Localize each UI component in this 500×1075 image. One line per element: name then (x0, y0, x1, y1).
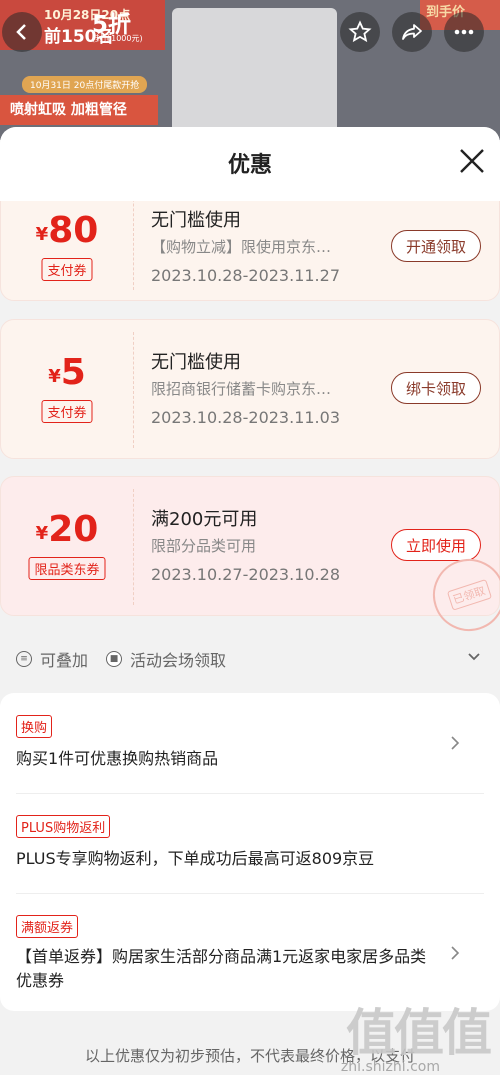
promotion-item: PLUS购物返利 PLUS专享购物返利，下单成功后最高可返809京豆 (0, 793, 500, 893)
claimed-stamp: 已领取 (423, 549, 500, 641)
stackable-label: 可叠加 (40, 651, 89, 670)
stackable-info: ≡ 可叠加 (16, 647, 88, 671)
share-icon (402, 24, 422, 40)
coupon-title: 满200元可用 (151, 509, 258, 530)
watermark-logo: 值值值 (346, 1004, 492, 1062)
chevron-right-icon (451, 946, 460, 960)
banner-date-pill: 10月31日 20点付尾款开抢 (22, 76, 148, 93)
coupon-amount: ¥80 (1, 210, 133, 251)
venue-label: 活动会场领取 (130, 651, 227, 670)
promotion-item[interactable]: 换购 购买1件可优惠换购热销商品 (0, 693, 500, 793)
coupon-title: 无门槛使用 (151, 352, 241, 373)
coupon-type-tag: 支付券 (41, 258, 93, 281)
use-now-button[interactable]: 立即使用 (391, 529, 481, 561)
stack-icon: ≡ (16, 651, 32, 667)
coupon-card: ¥5 支付券 无门槛使用 限招商银行储蓄卡购京东… 2023.10.28-202… (0, 319, 500, 459)
close-icon[interactable] (456, 145, 488, 177)
banner-discount-note: (封顶1000元) (92, 34, 143, 43)
promotion-list: 换购 购买1件可优惠换购热销商品 PLUS购物返利 PLUS专享购物返利，下单成… (0, 693, 500, 1011)
promotion-text: 购买1件可优惠换购热销商品 (16, 749, 219, 768)
watermark-site: zhi.shizhi.com (340, 1059, 440, 1075)
product-image (172, 8, 337, 140)
sheet-header: 优惠 (0, 127, 500, 201)
back-button[interactable] (2, 12, 42, 52)
favorite-button[interactable] (340, 12, 380, 52)
more-dots-icon (454, 29, 474, 35)
coupon-divider (133, 489, 134, 605)
promotion-tag: 换购 (16, 715, 53, 738)
coupon-type-tag: 支付券 (41, 400, 93, 423)
coupon-divider (133, 332, 134, 448)
coupon-type-tag: 限品类东券 (28, 557, 106, 580)
coupon-meta-row: ≡ 可叠加 ■ 活动会场领取 (0, 637, 500, 687)
coupon-date: 2023.10.28-2023.11.27 (151, 266, 340, 285)
promotion-text: PLUS专享购物返利，下单成功后最高可返809京豆 (16, 849, 375, 868)
claimed-stamp-label: 已领取 (446, 579, 492, 611)
star-icon (348, 20, 372, 43)
coupon-description: 【购物立减】限使用京东… (151, 238, 332, 256)
amount-number: 20 (48, 509, 99, 550)
share-button[interactable] (392, 12, 432, 52)
coupon-amount: ¥5 (1, 352, 133, 393)
promotion-tag: 满额返券 (16, 915, 79, 938)
coupon-amount: ¥20 (1, 509, 133, 550)
chevron-right-icon (451, 736, 460, 750)
coupon-title: 无门槛使用 (151, 210, 241, 231)
currency-symbol: ¥ (35, 523, 49, 544)
coupon-value: ¥5 支付券 (1, 320, 133, 458)
more-button[interactable] (444, 12, 484, 52)
bind-card-claim-button[interactable]: 绑卡领取 (391, 372, 481, 404)
sheet-title: 优惠 (227, 153, 272, 178)
coupon-date: 2023.10.27-2023.10.28 (151, 565, 340, 584)
venue-info: ■ 活动会场领取 (106, 647, 226, 671)
coupon-value: ¥20 限品类东券 (1, 477, 133, 615)
banner-feature: 喷射虹吸 加粗管径 (0, 95, 158, 125)
coupon-date: 2023.10.28-2023.11.03 (151, 408, 340, 427)
amount-number: 5 (60, 352, 86, 393)
promotion-text: 【首单返券】购居家生活部分商品满1元返家电家居多品类优惠券 (16, 947, 427, 990)
chevron-left-icon (16, 24, 26, 40)
coupon-card: ¥20 限品类东券 满200元可用 限部分品类可用 2023.10.27-202… (0, 476, 500, 641)
venue-icon: ■ (106, 651, 122, 667)
chevron-down-icon[interactable] (466, 649, 482, 665)
coupon-description: 限招商银行储蓄卡购京东… (151, 380, 332, 398)
activate-claim-button[interactable]: 开通领取 (391, 230, 481, 262)
discount-sheet: 优惠 ¥80 支付券 无门槛使用 【购物立减】限使用京东… 2023.10.28… (0, 127, 500, 1075)
coupon-description: 限部分品类可用 (151, 537, 257, 555)
currency-symbol: ¥ (35, 224, 49, 245)
promotion-tag: PLUS购物返利 (16, 815, 111, 838)
currency-symbol: ¥ (48, 366, 61, 387)
amount-number: 80 (48, 210, 99, 251)
